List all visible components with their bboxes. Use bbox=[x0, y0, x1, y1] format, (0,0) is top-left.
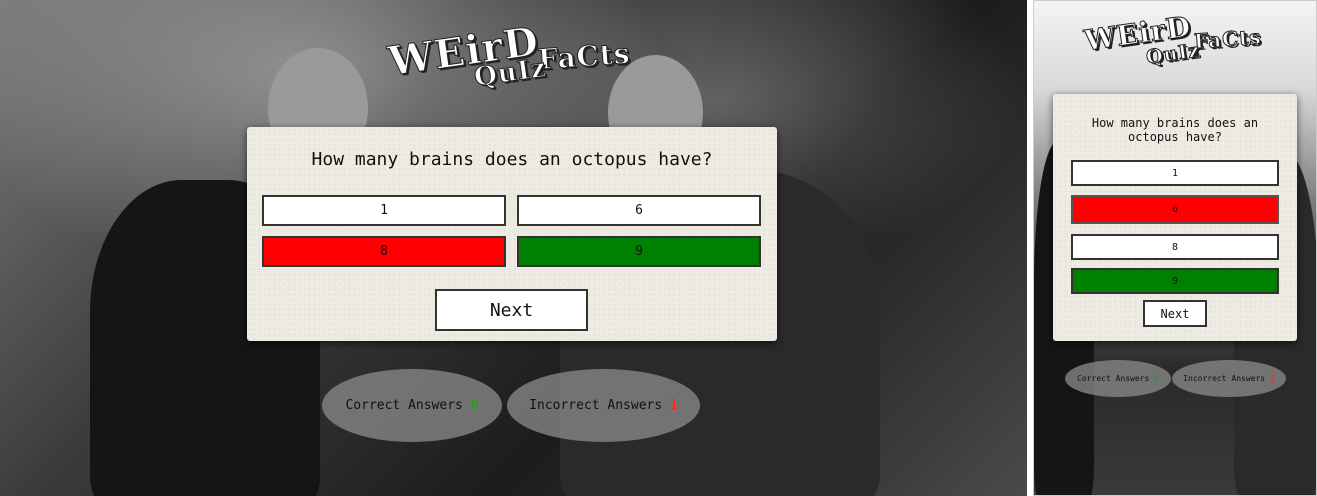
answer-button-mobile-4[interactable]: 9 bbox=[1071, 268, 1279, 294]
answer-button-4[interactable]: 9 bbox=[517, 236, 761, 267]
incorrect-answers-badge: Incorrect Answers 1 bbox=[507, 369, 700, 442]
answer-button-mobile-3[interactable]: 8 bbox=[1071, 234, 1279, 260]
quiz-logo-mobile: WEirD FaCts QuIz bbox=[1082, 5, 1284, 75]
answer-button-3[interactable]: 8 bbox=[262, 236, 506, 267]
answer-button-1[interactable]: 1 bbox=[262, 195, 506, 226]
correct-answers-label: Correct Answers bbox=[345, 398, 463, 413]
correct-answers-badge-mobile: Correct Answers 0 bbox=[1065, 360, 1171, 397]
correct-answers-label-mobile: Correct Answers bbox=[1077, 374, 1150, 383]
answer-button-2[interactable]: 6 bbox=[517, 195, 761, 226]
mobile-view: WEirD FaCts QuIz How many brains does an… bbox=[1033, 0, 1317, 496]
next-button-mobile[interactable]: Next bbox=[1143, 300, 1207, 327]
question-card: How many brains does an octopus have? 1 … bbox=[247, 127, 777, 341]
incorrect-answers-count-mobile: 1 bbox=[1269, 374, 1275, 383]
question-text-mobile: How many brains does an octopus have? bbox=[1091, 116, 1259, 144]
correct-answers-badge: Correct Answers 0 bbox=[322, 369, 502, 442]
quiz-logo: WEirD FaCts QuIz bbox=[385, 14, 648, 94]
desktop-view: WEirD FaCts QuIz How many brains does an… bbox=[0, 0, 1027, 496]
logo-word-facts-mobile: FaCts bbox=[1193, 24, 1263, 54]
answer-button-mobile-1[interactable]: 1 bbox=[1071, 160, 1279, 186]
correct-answers-count-mobile: 0 bbox=[1154, 374, 1159, 383]
incorrect-answers-count: 1 bbox=[670, 398, 678, 413]
answer-button-mobile-2[interactable]: 6 bbox=[1071, 195, 1279, 224]
incorrect-answers-label-mobile: Incorrect Answers bbox=[1183, 374, 1266, 383]
incorrect-answers-label: Incorrect Answers bbox=[529, 398, 663, 413]
logo-word-facts: FaCts bbox=[536, 36, 632, 77]
question-card-mobile: How many brains does an octopus have? 1 … bbox=[1053, 94, 1297, 341]
question-text: How many brains does an octopus have? bbox=[311, 149, 713, 170]
incorrect-answers-badge-mobile: Incorrect Answers 1 bbox=[1172, 360, 1286, 397]
correct-answers-count: 0 bbox=[470, 398, 479, 413]
next-button[interactable]: Next bbox=[435, 289, 588, 331]
